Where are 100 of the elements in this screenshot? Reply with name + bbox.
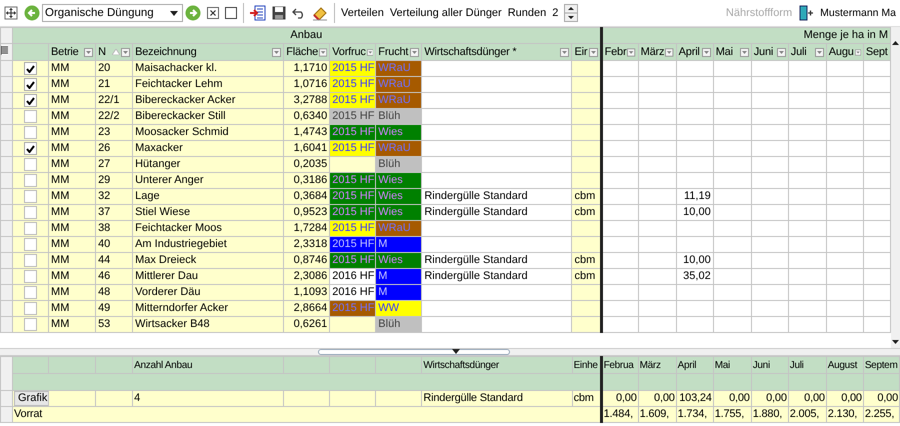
row-selector[interactable] [0,220,12,236]
checkbox[interactable] [24,62,38,75]
row-selector[interactable] [0,284,12,300]
row-selector[interactable] [0,316,12,332]
filter-icon[interactable] [84,48,94,56]
undo-icon[interactable] [292,7,306,19]
row-selector[interactable] [0,124,12,140]
table-cell: 1.755, [713,406,752,422]
row-selector[interactable] [0,76,12,92]
checkbox[interactable] [24,238,38,251]
row-selector[interactable] [0,92,12,108]
checkbox[interactable] [24,126,38,139]
filter-icon[interactable] [665,48,674,56]
row-selector[interactable] [0,236,12,252]
checkbox[interactable] [24,158,38,171]
sort-icon[interactable] [112,49,120,55]
caret-icon[interactable] [170,10,178,16]
checkbox[interactable] [24,78,38,91]
filter-icon[interactable] [588,48,598,56]
column-header: August [826,356,864,374]
checkbox[interactable] [24,110,38,123]
table-cell: MM [48,316,96,332]
row-selector[interactable] [0,268,12,284]
checkbox[interactable] [24,318,38,331]
checkbox[interactable] [24,286,38,299]
table-cell: 1.880, [751,406,788,422]
row-selector[interactable] [0,406,12,422]
dropdown[interactable]: Organische Düngung [42,4,183,22]
back-icon[interactable] [24,5,40,21]
table-cell: 1,7284 [284,220,330,236]
checkbox[interactable] [24,206,38,219]
table-cell: 0,00 [713,390,752,406]
table-cell: Rindergülle Standard [422,268,572,284]
close-icon[interactable] [207,7,219,19]
table-cell: WRaU [376,76,422,92]
column-chooser-icon[interactable] [2,46,8,54]
table-cell: 1,6041 [284,140,330,156]
scroll-up-icon[interactable] [892,41,899,45]
table-cell: Maisachacker kl. [132,60,284,76]
checkbox[interactable] [24,94,38,107]
checkbox[interactable] [24,222,38,235]
filter-icon[interactable] [410,48,420,56]
filter-icon[interactable] [366,48,374,56]
checkbox[interactable] [24,302,38,315]
row-selector[interactable] [0,252,12,268]
caret-icon[interactable] [452,349,460,354]
checkbox[interactable] [24,142,38,155]
table-cell: Maxacker [132,140,284,156]
filter-icon[interactable] [272,48,282,56]
filter-icon[interactable] [740,48,749,56]
row-selector[interactable] [0,60,12,76]
table-cell: M [376,236,422,252]
import-icon[interactable] [250,5,266,21]
column-header: Juli [788,356,826,374]
checkbox[interactable] [24,190,38,203]
checkbox[interactable] [24,270,38,283]
row-selector[interactable] [0,188,12,204]
column-header: Juni [751,356,788,374]
scroll-down-icon[interactable] [892,340,899,344]
forward-icon[interactable] [185,5,201,21]
table-cell: 2015 HF [330,124,376,140]
row-selector[interactable] [0,390,12,406]
table-cell: 2015 HF [330,220,376,236]
row-selector[interactable] [0,140,12,156]
move-icon[interactable] [4,6,18,20]
filter-icon[interactable] [814,48,824,56]
vertical-scrollbar[interactable] [891,27,900,348]
row-selector[interactable] [0,156,12,172]
door-icon[interactable] [798,5,814,21]
table-cell: 4 [132,390,284,406]
toolbar-button[interactable]: Verteilung aller Dünger [390,7,502,19]
filter-icon[interactable] [702,48,711,56]
chart-button[interactable]: Grafik [14,392,48,406]
scroll-thumb[interactable] [318,349,510,355]
filter-icon[interactable] [560,48,570,56]
row-selector[interactable] [0,172,12,188]
filter-icon[interactable] [776,48,786,56]
save-icon[interactable] [272,6,286,20]
filter-icon[interactable] [121,48,130,56]
square-icon[interactable] [225,7,237,19]
checkbox[interactable] [24,254,38,267]
table-cell: Wies [376,172,422,188]
row-selector[interactable] [0,204,12,220]
table-cell: 53 [96,316,133,332]
column-header: Anzahl Anbau [132,356,284,374]
table-cell: Hütanger [132,156,284,172]
filter-icon[interactable] [319,48,328,56]
filter-icon[interactable] [627,48,636,56]
toolbar-button[interactable]: Verteilen [341,7,384,19]
table-cell: Feichtacker Moos [132,220,284,236]
table-cell: 38 [96,220,133,236]
table-cell: 2015 HF [330,172,376,188]
row-selector[interactable] [0,300,12,316]
filter-icon[interactable] [854,48,861,56]
checkbox[interactable] [24,174,38,187]
eraser-icon[interactable] [312,5,328,21]
table-cell: Rindergülle Standard [422,204,572,220]
spinner-icon[interactable] [564,4,578,22]
table-cell: MM [48,284,96,300]
row-selector[interactable] [0,108,12,124]
